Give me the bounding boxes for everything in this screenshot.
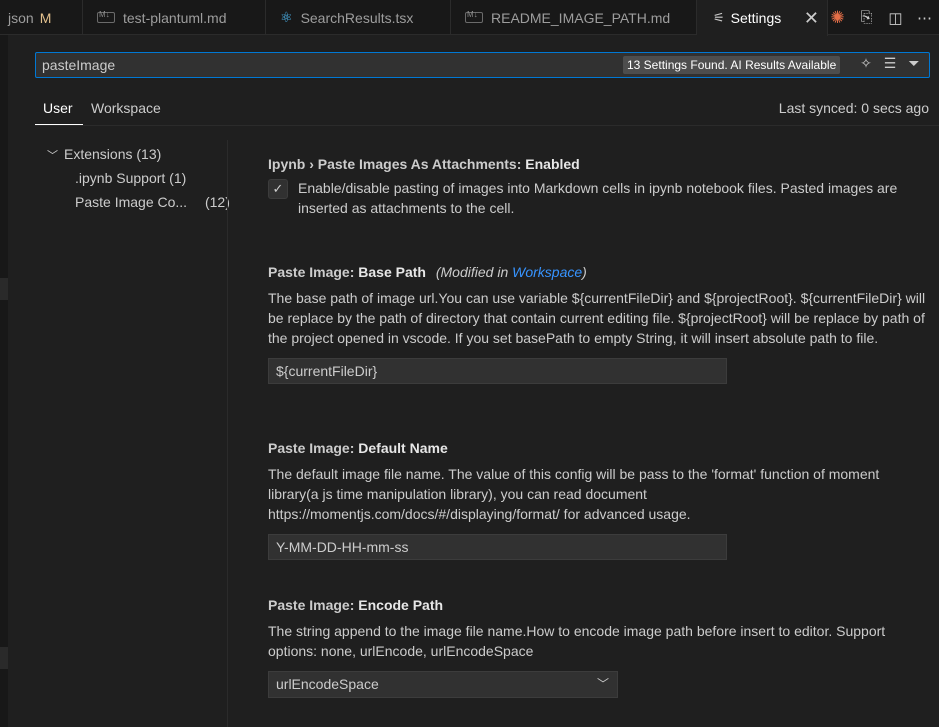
toc-label: Paste Image Co... [75, 194, 188, 210]
chevron-down-icon: ﹀ [596, 677, 609, 691]
modified-prefix: (Modified in [435, 264, 513, 280]
tab-label: README_IMAGE_PATH.md [491, 9, 671, 26]
enabled-checkbox[interactable]: ✓ [268, 179, 288, 199]
toc-item-extensions[interactable]: ﹀ Extensions (13) [47, 146, 161, 163]
setting-title: Paste Image: Default Name [268, 440, 928, 456]
base-path-input[interactable] [268, 358, 727, 384]
results-count-badge: 13 Settings Found. AI Results Available [623, 56, 841, 74]
select-value: urlEncodeSpace [276, 676, 379, 692]
last-synced-status: Last synced: 0 secs ago [778, 100, 929, 116]
setting-description: The base path of image url.You can use v… [268, 290, 926, 346]
settings-sliders-icon: ⚟ [713, 10, 725, 25]
ai-search-icon[interactable]: ✧ [854, 55, 878, 72]
tab-workspace[interactable]: Workspace [91, 100, 161, 116]
setting-name: Default Name [358, 440, 448, 456]
setting-category: Paste Image: [268, 264, 355, 280]
setting-default-name: Paste Image: Default Name The default im… [268, 440, 928, 560]
setting-category: Paste Image: [268, 440, 355, 456]
markdown-icon [465, 10, 483, 23]
more-actions-icon[interactable]: ⋯ [910, 9, 939, 27]
modified-suffix: ) [582, 264, 587, 280]
sidebar-edge [0, 35, 8, 727]
setting-category: Ipynb › Paste Images As Attachments: [268, 156, 522, 172]
markdown-icon [97, 10, 115, 23]
editor-actions: ✺ ⎘ ◫ ⋯ [823, 0, 939, 35]
default-name-input[interactable] [268, 534, 727, 560]
toc-item-ipynb[interactable]: .ipynb Support (1) [75, 170, 186, 186]
setting-title: Paste Image: Base Path (Modified in Work… [268, 264, 928, 280]
tab-label: Settings [730, 10, 782, 26]
edge-marker [0, 278, 8, 300]
setting-name: Enabled [525, 156, 580, 172]
tab-test-plantuml[interactable]: test-plantuml.md [83, 0, 266, 35]
check-icon: ✓ [272, 181, 284, 196]
workspace-link[interactable]: Workspace [512, 264, 582, 280]
tab-label: SearchResults.tsx [300, 9, 414, 26]
tab-json[interactable]: json M [0, 0, 83, 35]
filter-icon[interactable]: ⏷ [902, 55, 926, 72]
editor-tab-bar: json M test-plantuml.md ⚛ SearchResults.… [0, 0, 939, 36]
modified-indicator: M [39, 9, 52, 26]
tab-label: test-plantuml.md [123, 9, 227, 26]
chevron-down-icon: ﹀ [47, 150, 58, 162]
tab-searchresults[interactable]: ⚛ SearchResults.tsx [266, 0, 451, 35]
setting-base-path: Paste Image: Base Path (Modified in Work… [268, 264, 928, 384]
setting-description: Enable/disable pasting of images into Ma… [298, 180, 898, 216]
setting-encode-path: Paste Image: Encode Path The string appe… [268, 597, 928, 698]
setting-paste-images-as-attachments: Ipynb › Paste Images As Attachments: Ena… [268, 156, 928, 218]
setting-title: Paste Image: Encode Path [268, 597, 928, 613]
toc-label: Extensions (13) [64, 146, 162, 162]
settings-search-box: 13 Settings Found. AI Results Available … [35, 52, 930, 78]
open-settings-json-icon[interactable]: ⎘ [852, 9, 881, 26]
claude-icon[interactable]: ✺ [823, 8, 852, 28]
tab-label: json [8, 9, 34, 26]
clear-filter-icon[interactable]: ☰ [878, 55, 902, 72]
split-editor-icon[interactable]: ◫ [881, 9, 910, 27]
setting-description: The string append to the image file name… [268, 623, 886, 659]
encode-path-select[interactable]: urlEncodeSpace ﹀ [268, 671, 618, 698]
react-icon: ⚛ [280, 9, 293, 25]
tab-user[interactable]: User [43, 100, 73, 116]
setting-title: Ipynb › Paste Images As Attachments: Ena… [268, 156, 928, 172]
tab-readme-image-path[interactable]: README_IMAGE_PATH.md [451, 0, 697, 35]
settings-search-input[interactable] [36, 53, 596, 77]
divider [35, 125, 939, 126]
setting-name: Encode Path [358, 597, 444, 613]
modified-indicator: (Modified in Workspace) [436, 264, 587, 280]
toc-item-paste-image[interactable]: Paste Image Co... (12) [75, 194, 230, 210]
setting-description: The default image file name. The value o… [268, 466, 880, 522]
setting-name: Base Path [358, 264, 426, 280]
tab-settings[interactable]: ⚟ Settings ✕ [697, 0, 828, 36]
setting-category: Paste Image: [268, 597, 355, 613]
edge-marker [0, 647, 8, 669]
toc-divider [227, 140, 228, 727]
